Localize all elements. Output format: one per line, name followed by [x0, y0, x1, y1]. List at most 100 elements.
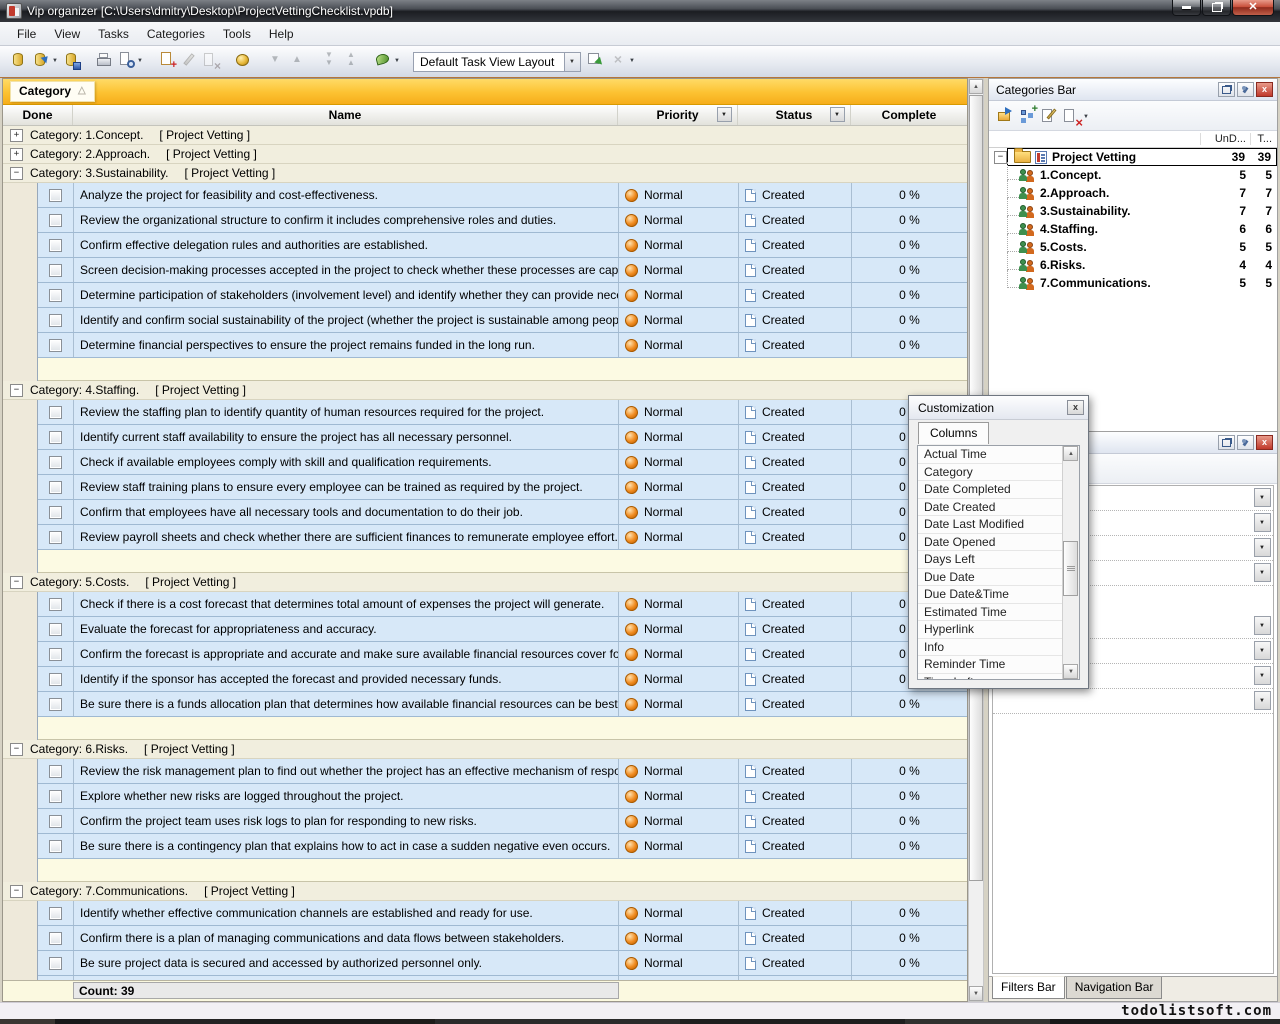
menu-tasks[interactable]: Tasks: [89, 24, 138, 44]
priority-cell[interactable]: Normal: [619, 901, 739, 925]
task-row[interactable]: Be sure there is a funds allocation plan…: [38, 692, 967, 717]
chevron-down-icon[interactable]: [1083, 106, 1092, 126]
priority-cell[interactable]: Normal: [619, 667, 739, 691]
priority-cell[interactable]: Normal: [619, 308, 739, 332]
task-name-cell[interactable]: Confirm the forecast is appropriate and …: [74, 642, 619, 666]
new-database-icon[interactable]: [9, 50, 29, 70]
tab-filters-bar[interactable]: Filters Bar: [992, 976, 1065, 999]
task-row[interactable]: Identify if the sponsor has accepted the…: [38, 667, 967, 692]
task-name-cell[interactable]: Review staff training plans to ensure ev…: [74, 475, 619, 499]
task-checkbox[interactable]: [49, 790, 62, 803]
tab-navigation-bar[interactable]: Navigation Bar: [1066, 977, 1163, 999]
complete-cell[interactable]: 0 %: [852, 208, 967, 232]
add-category-icon[interactable]: [996, 106, 1016, 126]
menu-categories[interactable]: Categories: [138, 24, 214, 44]
complete-cell[interactable]: 0 %: [852, 692, 967, 716]
column-list-item[interactable]: Date Created: [918, 499, 1062, 517]
status-cell[interactable]: Created: [739, 617, 852, 641]
apply-layout-icon[interactable]: [586, 50, 606, 70]
column-header-name[interactable]: Name: [73, 105, 618, 125]
status-cell[interactable]: Created: [739, 258, 852, 282]
priority-cell[interactable]: Normal: [619, 692, 739, 716]
category-group-row[interactable]: Category: 3.Sustainability.[ Project Vet…: [3, 164, 967, 183]
priority-cell[interactable]: Normal: [619, 784, 739, 808]
task-checkbox[interactable]: [49, 214, 62, 227]
task-checkbox[interactable]: [49, 506, 62, 519]
status-cell[interactable]: Created: [739, 926, 852, 950]
task-checkbox[interactable]: [49, 456, 62, 469]
status-cell[interactable]: Created: [739, 951, 852, 975]
collapse-icon[interactable]: [10, 743, 23, 756]
task-row[interactable]: Be sure there is a contingency plan that…: [38, 834, 967, 859]
category-group-row[interactable]: Category: 5.Costs.[ Project Vetting ]: [3, 573, 967, 592]
complete-cell[interactable]: 0 %: [852, 183, 967, 207]
task-checkbox[interactable]: [49, 406, 62, 419]
complete-cell[interactable]: 0 %: [852, 233, 967, 257]
complete-cell[interactable]: 0 %: [852, 809, 967, 833]
column-list-item[interactable]: Estimated Time: [918, 604, 1062, 622]
category-group-row[interactable]: Category: 7.Communications.[ Project Vet…: [3, 882, 967, 901]
priority-cell[interactable]: Normal: [619, 475, 739, 499]
panel-pin-button[interactable]: [1237, 435, 1254, 450]
tree-category-row[interactable]: 1.Concept.55: [989, 166, 1277, 184]
menu-tools[interactable]: Tools: [214, 24, 260, 44]
filter-dropdown-button[interactable]: [1254, 641, 1271, 660]
status-cell[interactable]: Created: [739, 333, 852, 357]
task-checkbox[interactable]: [49, 431, 62, 444]
column-list-item[interactable]: Info: [918, 639, 1062, 657]
print-preview-icon[interactable]: [116, 50, 136, 70]
task-row[interactable]: Review staff training plans to ensure ev…: [38, 475, 967, 500]
task-name-cell[interactable]: Review the organizational structure to c…: [74, 208, 619, 232]
tree-category-row[interactable]: 5.Costs.55: [989, 238, 1277, 256]
task-name-cell[interactable]: Explore whether new risks are logged thr…: [74, 784, 619, 808]
task-row[interactable]: Confirm the forecast is appropriate and …: [38, 642, 967, 667]
task-name-cell[interactable]: Identify current staff availability to e…: [74, 425, 619, 449]
complete-cell[interactable]: 0 %: [852, 333, 967, 357]
priority-cell[interactable]: Normal: [619, 834, 739, 858]
task-row[interactable]: Confirm effective delegation rules and a…: [38, 233, 967, 258]
task-checkbox[interactable]: [49, 673, 62, 686]
status-cell[interactable]: Created: [739, 834, 852, 858]
category-group-row[interactable]: Category: 2.Approach.[ Project Vetting ]: [3, 145, 967, 164]
collapse-icon[interactable]: [10, 885, 23, 898]
status-cell[interactable]: Created: [739, 525, 852, 549]
tree-category-row[interactable]: 2.Approach.77: [989, 184, 1277, 202]
expand-icon[interactable]: [10, 148, 23, 161]
filter-dropdown-button[interactable]: [1254, 538, 1271, 557]
column-list-item[interactable]: Date Completed: [918, 481, 1062, 499]
task-checkbox[interactable]: [49, 765, 62, 778]
dialog-title-bar[interactable]: Customization x: [909, 396, 1088, 420]
task-checkbox[interactable]: [49, 239, 62, 252]
task-checkbox[interactable]: [49, 957, 62, 970]
task-checkbox[interactable]: [49, 815, 62, 828]
edit-category-icon[interactable]: [1040, 106, 1060, 126]
complete-cell[interactable]: 0 %: [852, 308, 967, 332]
tree-category-row[interactable]: 3.Sustainability.77: [989, 202, 1277, 220]
column-list-item[interactable]: Due Date: [918, 569, 1062, 587]
task-name-cell[interactable]: Review the risk management plan to find …: [74, 759, 619, 783]
column-list-item[interactable]: Actual Time: [918, 446, 1062, 464]
task-row[interactable]: Evaluate the forecast for appropriatenes…: [38, 617, 967, 642]
task-row[interactable]: Identify and confirm social sustainabili…: [38, 308, 967, 333]
task-row[interactable]: Check if there is a cost forecast that d…: [38, 592, 967, 617]
column-header-status[interactable]: Status: [738, 105, 851, 125]
task-name-cell[interactable]: Review payroll sheets and check whether …: [74, 525, 619, 549]
status-cell[interactable]: Created: [739, 784, 852, 808]
task-checkbox[interactable]: [49, 698, 62, 711]
task-row[interactable]: Explore whether new risks are logged thr…: [38, 784, 967, 809]
new-task-icon[interactable]: [157, 50, 177, 70]
task-row[interactable]: Check if available employees comply with…: [38, 450, 967, 475]
task-name-cell[interactable]: Confirm the project team uses risk logs …: [74, 809, 619, 833]
menu-file[interactable]: File: [8, 24, 45, 44]
priority-cell[interactable]: Normal: [619, 208, 739, 232]
column-list-item[interactable]: Due Date&Time: [918, 586, 1062, 604]
restore-button[interactable]: [1202, 0, 1231, 16]
task-checkbox[interactable]: [49, 189, 62, 202]
column-list-item[interactable]: Date Opened: [918, 534, 1062, 552]
status-cell[interactable]: Created: [739, 642, 852, 666]
status-cell[interactable]: Created: [739, 692, 852, 716]
task-checkbox[interactable]: [49, 648, 62, 661]
filter-dropdown-button[interactable]: [1254, 666, 1271, 685]
open-database-icon[interactable]: [31, 50, 51, 70]
status-cell[interactable]: Created: [739, 233, 852, 257]
